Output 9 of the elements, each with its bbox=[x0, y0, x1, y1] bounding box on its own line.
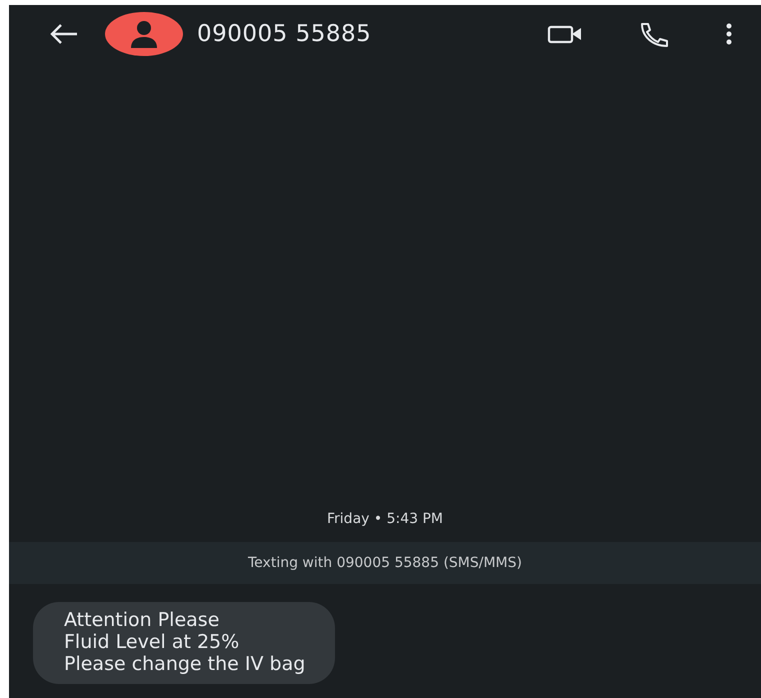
message-bubble: Attention Please Fluid Level at 25% Please change the IV bag bbox=[33, 602, 336, 684]
contact-name: 090005 55885 bbox=[197, 20, 372, 49]
phone-icon bbox=[639, 21, 669, 47]
back-arrow-icon bbox=[49, 23, 79, 45]
menu-dots-icon bbox=[725, 23, 733, 45]
texting-info: Texting with 090005 55885 (SMS/MMS) bbox=[248, 554, 522, 573]
message-timestamp: Friday • 5:43 PM bbox=[326, 510, 444, 530]
video-camera-icon bbox=[547, 24, 583, 44]
person-icon bbox=[129, 20, 159, 48]
